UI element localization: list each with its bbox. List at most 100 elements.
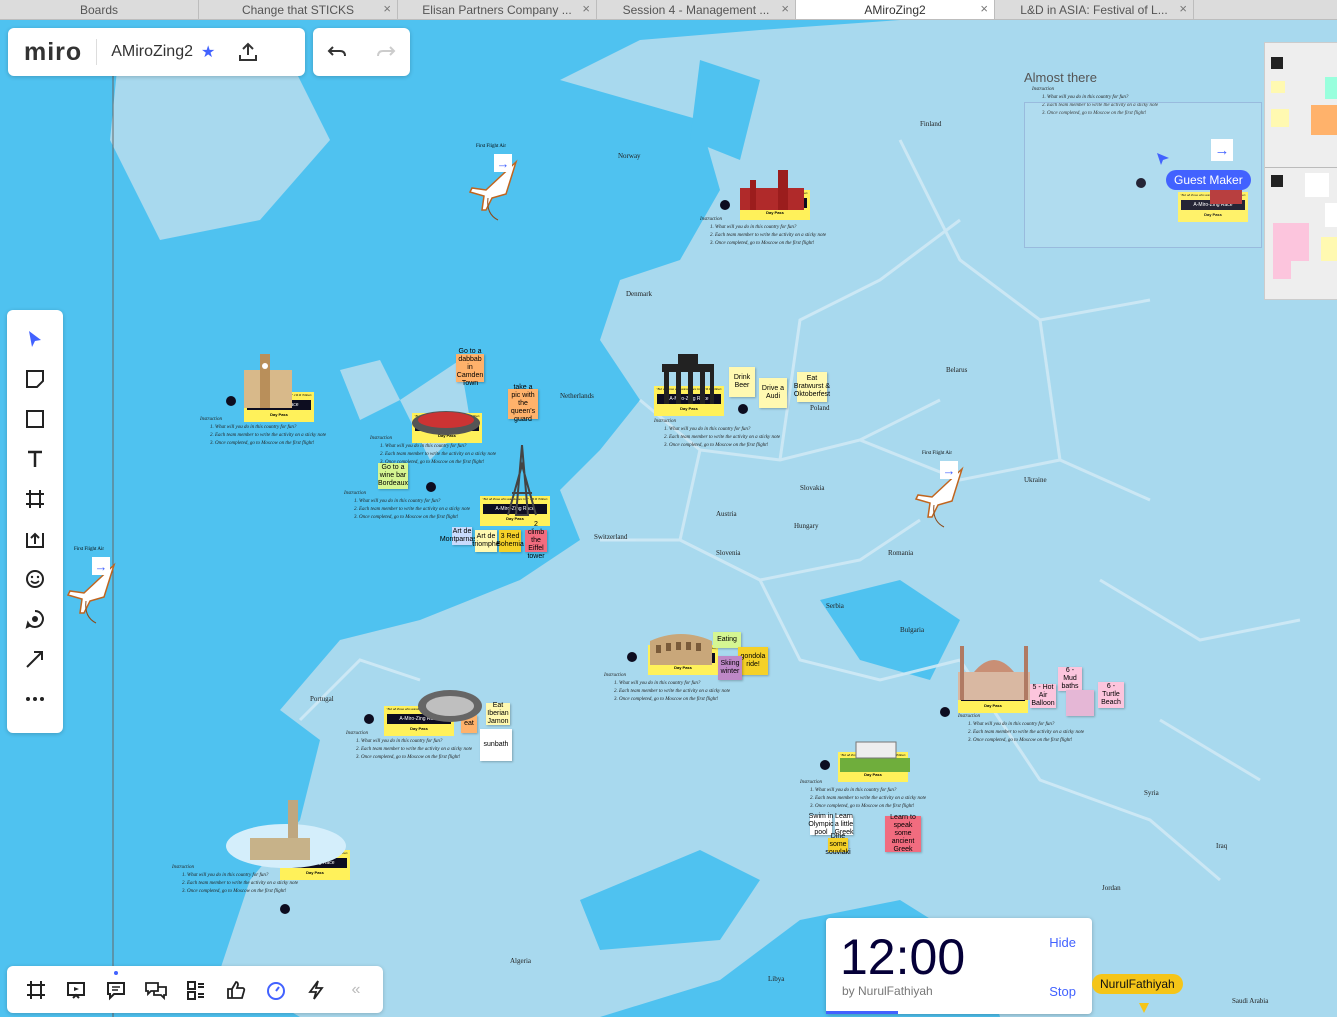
sticky-note[interactable]: Eat Iberian Jamon xyxy=(486,702,510,725)
comments-icon[interactable] xyxy=(101,970,131,1005)
station-marker xyxy=(940,707,950,717)
sticky-note[interactable]: 3 Red Bohemia xyxy=(496,530,524,552)
board-name[interactable]: AMiroZing2 xyxy=(111,43,193,61)
arrow-right-icon[interactable]: → xyxy=(1211,139,1233,161)
sticky-note-icon[interactable] xyxy=(20,364,50,394)
sticky-note[interactable] xyxy=(1066,690,1094,716)
stadium-landmark-icon xyxy=(412,411,480,435)
flight-label: First Flight Air xyxy=(922,451,953,456)
sticky-note[interactable]: Eating xyxy=(713,632,741,648)
cards-icon[interactable] xyxy=(181,975,211,1005)
sticky-note[interactable]: Go to a wine bar Bordeaux xyxy=(378,463,408,489)
browser-tab[interactable]: L&D in ASIA: Festival of L... × xyxy=(995,0,1194,19)
sticky-note[interactable]: gondola ride! xyxy=(738,647,768,675)
sticky-note[interactable]: Learn to speak some ancient Greek xyxy=(885,814,921,853)
instruction-line: 2. Each team member to write the activit… xyxy=(356,747,473,752)
upload-icon[interactable] xyxy=(20,524,50,554)
big-ben-landmark-icon xyxy=(244,354,292,408)
shape-icon[interactable] xyxy=(20,404,50,434)
undo-redo-group xyxy=(313,28,410,76)
browser-tab[interactable]: Change that STICKS × xyxy=(199,0,398,19)
timer-stop-button[interactable]: Stop xyxy=(1049,984,1076,999)
star-icon[interactable]: ★ xyxy=(201,42,215,62)
country-label: Norway xyxy=(618,152,641,160)
frames-icon[interactable] xyxy=(21,975,51,1005)
instruction-line: 2. Each team member to write the activit… xyxy=(810,796,927,801)
instruction-line: 2. Each team member to write the activit… xyxy=(182,881,299,886)
country-label: Bulgaria xyxy=(900,626,925,634)
tab-label: Elisan Partners Company ... xyxy=(422,2,572,17)
sticky-note[interactable]: 6 - Mud baths xyxy=(1058,667,1082,691)
sticky-note[interactable]: Swim in Olympic pool xyxy=(808,813,833,836)
arrow-icon[interactable] xyxy=(20,644,50,674)
text-icon[interactable] xyxy=(20,444,50,474)
country-label: Algeria xyxy=(510,957,531,965)
acropolis-icon xyxy=(840,741,910,772)
sticky-note[interactable]: sunbath xyxy=(480,729,512,761)
share-upload-icon[interactable] xyxy=(237,41,259,63)
comment-icon[interactable] xyxy=(20,604,50,634)
browser-tab[interactable]: Session 4 - Management ... × xyxy=(597,0,796,19)
sticky-note[interactable]: Learn a little Greek xyxy=(834,813,853,836)
instruction-heading: Instruction xyxy=(200,417,222,422)
miro-logo[interactable]: miro xyxy=(24,38,82,67)
sticky-note[interactable]: Eat Bratwurst & Oktoberfest xyxy=(794,372,830,402)
sticky-note[interactable]: 6 - Turtle Beach xyxy=(1098,682,1124,708)
card-subtitle: Day Pass xyxy=(680,406,698,411)
arrow-right-icon[interactable]: → xyxy=(92,557,110,575)
close-tab-icon[interactable]: × xyxy=(582,1,590,16)
arrow-right-icon[interactable]: → xyxy=(940,461,958,479)
timer-icon[interactable] xyxy=(261,975,291,1005)
undo-icon[interactable] xyxy=(326,41,348,63)
instruction-line: 1. What will you do in this country for … xyxy=(664,427,751,432)
sticky-note[interactable]: take a pic with the queen's guard xyxy=(508,384,538,423)
sticky-note[interactable]: Art de triomphe xyxy=(472,530,500,552)
guest-cursor-icon xyxy=(1157,153,1169,165)
close-tab-icon[interactable]: × xyxy=(781,1,789,16)
chat-icon[interactable] xyxy=(141,975,171,1005)
sticky-note[interactable]: 2 climb the Eiffel tower xyxy=(525,521,547,560)
more-icon[interactable] xyxy=(20,684,50,714)
sticky-note[interactable]: Art de Montparnasse xyxy=(440,527,484,545)
country-label: Iraq xyxy=(1216,842,1228,850)
emoji-icon[interactable] xyxy=(20,564,50,594)
select-icon[interactable] xyxy=(20,324,50,354)
country-label: Netherlands xyxy=(560,392,594,400)
redo-icon[interactable] xyxy=(375,41,397,63)
instruction-heading: Instruction xyxy=(344,491,366,496)
browser-tab[interactable]: Boards xyxy=(0,0,199,19)
stadium-madrid-icon xyxy=(418,690,482,722)
browser-tab[interactable]: AMiroZing2 × xyxy=(796,0,995,19)
board-canvas[interactable]: Finland Denmark Netherlands Belarus Poland Uk… xyxy=(0,20,1337,1017)
close-tab-icon[interactable]: × xyxy=(383,1,391,16)
flight-widget[interactable]: First Flight Air → xyxy=(64,547,124,633)
arrow-right-icon[interactable]: → xyxy=(494,154,512,172)
tab-label: L&D in ASIA: Festival of L... xyxy=(1020,2,1168,17)
flight-widget[interactable]: First Flight Air → xyxy=(466,144,526,230)
instruction-line: 3. Once completed, go to Moscow on the f… xyxy=(614,697,719,702)
sticky-note[interactable]: Dine some souvlaki xyxy=(825,833,850,856)
close-tab-icon[interactable]: × xyxy=(1179,1,1187,16)
instruction-heading: Instruction xyxy=(370,436,392,441)
instruction-heading: Instruction xyxy=(700,217,722,222)
flight-widget[interactable]: First Flight Air → xyxy=(912,451,972,537)
collapse-icon[interactable]: « xyxy=(341,975,371,1005)
browser-tab[interactable]: Elisan Partners Company ... × xyxy=(398,0,597,19)
timer-hide-button[interactable]: Hide xyxy=(1049,935,1076,950)
creation-toolbar xyxy=(7,310,63,733)
station-marker xyxy=(627,652,637,662)
instruction-line: 3. Once completed, go to Moscow on the f… xyxy=(968,738,1073,743)
voting-icon[interactable] xyxy=(221,975,251,1005)
close-tab-icon[interactable]: × xyxy=(980,1,988,16)
board-minimap[interactable] xyxy=(1264,42,1337,300)
sticky-note[interactable]: Skiing winter xyxy=(718,656,742,680)
sticky-note[interactable]: Drink Beer xyxy=(729,367,755,397)
sticky-note[interactable]: Drive a Audi xyxy=(759,378,787,408)
frame-icon[interactable] xyxy=(20,484,50,514)
lightning-icon[interactable] xyxy=(301,975,331,1005)
instruction-line: 1. What will you do in this country for … xyxy=(810,788,897,793)
presentation-icon[interactable] xyxy=(61,975,91,1005)
sticky-note[interactable]: Go to a dabbab in Camden Town xyxy=(456,348,484,387)
instruction-line: 1. What will you do in this country for … xyxy=(210,425,297,430)
instruction-line: 1. What will you do in this country for … xyxy=(614,681,701,686)
